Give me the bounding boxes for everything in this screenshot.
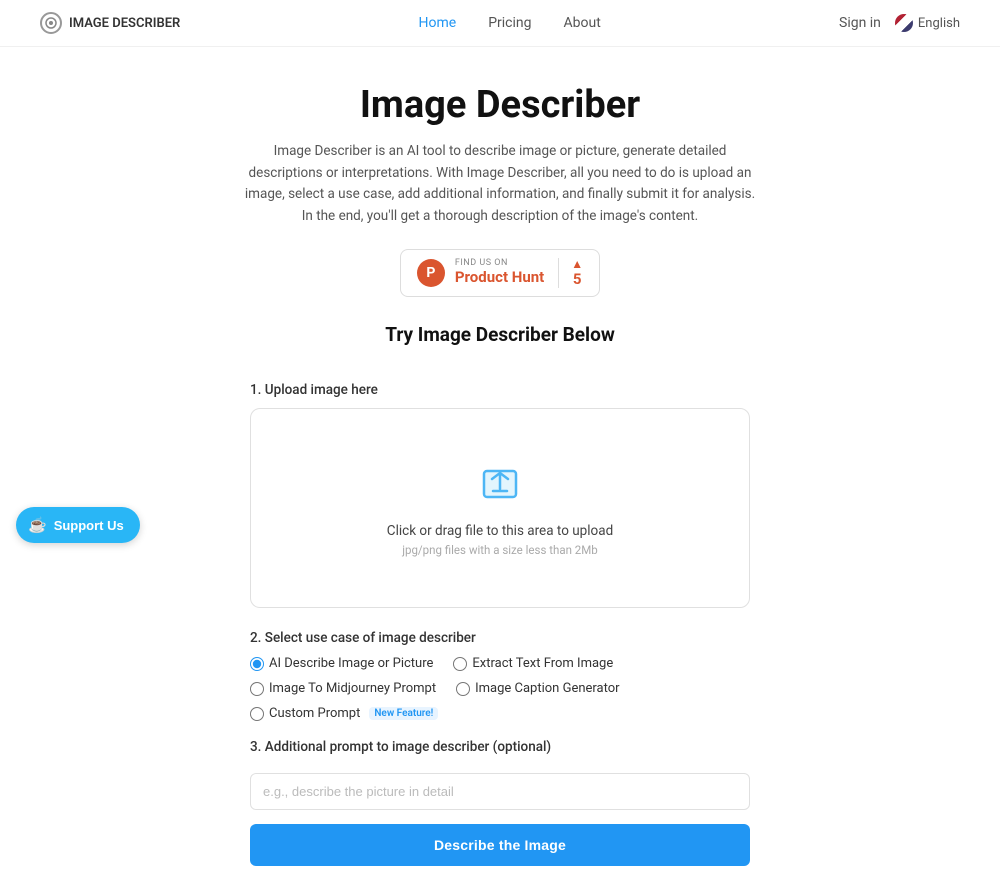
language-selector[interactable]: English: [895, 14, 960, 32]
use-case-ai-describe-radio[interactable]: [250, 657, 264, 671]
step1-label: 1. Upload image here: [250, 382, 750, 398]
upload-dropzone[interactable]: Click or drag file to this area to uploa…: [250, 408, 750, 608]
upload-hint: jpg/png files with a size less than 2Mb: [402, 543, 598, 557]
nav-links: Home Pricing About: [419, 15, 601, 31]
use-case-extract-text-label: Extract Text From Image: [472, 656, 613, 671]
submit-button[interactable]: Describe the Image: [250, 824, 750, 866]
flag-icon: [895, 14, 913, 32]
ph-find-us-label: FIND US ON: [455, 259, 508, 268]
use-case-caption-label: Image Caption Generator: [475, 681, 619, 696]
sign-in-link[interactable]: Sign in: [839, 15, 881, 31]
use-case-ai-describe[interactable]: AI Describe Image or Picture: [250, 656, 433, 671]
use-case-midjourney-radio[interactable]: [250, 682, 264, 696]
product-hunt-badge[interactable]: P FIND US ON Product Hunt ▲ 5: [400, 249, 600, 297]
new-feature-badge: New Feature!: [369, 707, 438, 720]
step2-label: 2. Select use case of image describer: [250, 630, 750, 646]
main-form: 1. Upload image here Click or drag file …: [230, 382, 770, 896]
ph-text: FIND US ON Product Hunt: [455, 259, 544, 288]
additional-prompt-section: 3. Additional prompt to image describer …: [250, 739, 750, 810]
hero-title: Image Describer: [20, 83, 980, 127]
navbar: IMAGE DESCRIBER Home Pricing About Sign …: [0, 0, 1000, 47]
nav-pricing[interactable]: Pricing: [488, 15, 531, 31]
ph-product-name: Product Hunt: [455, 268, 544, 288]
use-case-extract-text[interactable]: Extract Text From Image: [453, 656, 613, 671]
upload-text: Click or drag file to this area to uploa…: [387, 523, 613, 539]
logo-text: IMAGE DESCRIBER: [69, 16, 180, 31]
ph-score-block: ▲ 5: [558, 258, 583, 288]
coffee-icon: ☕: [28, 516, 47, 534]
use-case-custom-prompt[interactable]: Custom Prompt New Feature!: [250, 706, 438, 721]
ph-score-value: 5: [573, 270, 582, 288]
nav-about[interactable]: About: [564, 15, 601, 31]
support-label: Support Us: [54, 518, 124, 533]
upload-icon: [476, 459, 524, 511]
logo-icon: [40, 12, 62, 34]
use-case-midjourney-label: Image To Midjourney Prompt: [269, 681, 436, 696]
use-case-midjourney[interactable]: Image To Midjourney Prompt: [250, 681, 436, 696]
use-case-caption-radio[interactable]: [456, 682, 470, 696]
use-case-custom-prompt-radio[interactable]: [250, 707, 264, 721]
step3-label: 3. Additional prompt to image describer …: [250, 739, 750, 755]
use-case-extract-text-radio[interactable]: [453, 657, 467, 671]
nav-right: Sign in English: [839, 14, 960, 32]
ph-upvote-icon: ▲: [571, 258, 583, 270]
use-case-custom-prompt-label: Custom Prompt: [269, 706, 360, 721]
ph-logo-icon: P: [417, 259, 445, 287]
use-case-caption[interactable]: Image Caption Generator: [456, 681, 619, 696]
language-label: English: [918, 16, 960, 31]
use-case-radio-group: AI Describe Image or Picture Extract Tex…: [250, 656, 750, 721]
nav-home[interactable]: Home: [419, 15, 457, 31]
hero-description: Image Describer is an AI tool to describ…: [240, 141, 760, 227]
logo: IMAGE DESCRIBER: [40, 12, 180, 34]
use-case-ai-describe-label: AI Describe Image or Picture: [269, 656, 433, 671]
support-button[interactable]: ☕ Support Us: [16, 507, 140, 543]
try-section-title: Try Image Describer Below: [20, 323, 980, 346]
prompt-input[interactable]: [250, 773, 750, 810]
use-case-section: 2. Select use case of image describer AI…: [250, 630, 750, 721]
hero-section: Image Describer Image Describer is an AI…: [0, 47, 1000, 382]
